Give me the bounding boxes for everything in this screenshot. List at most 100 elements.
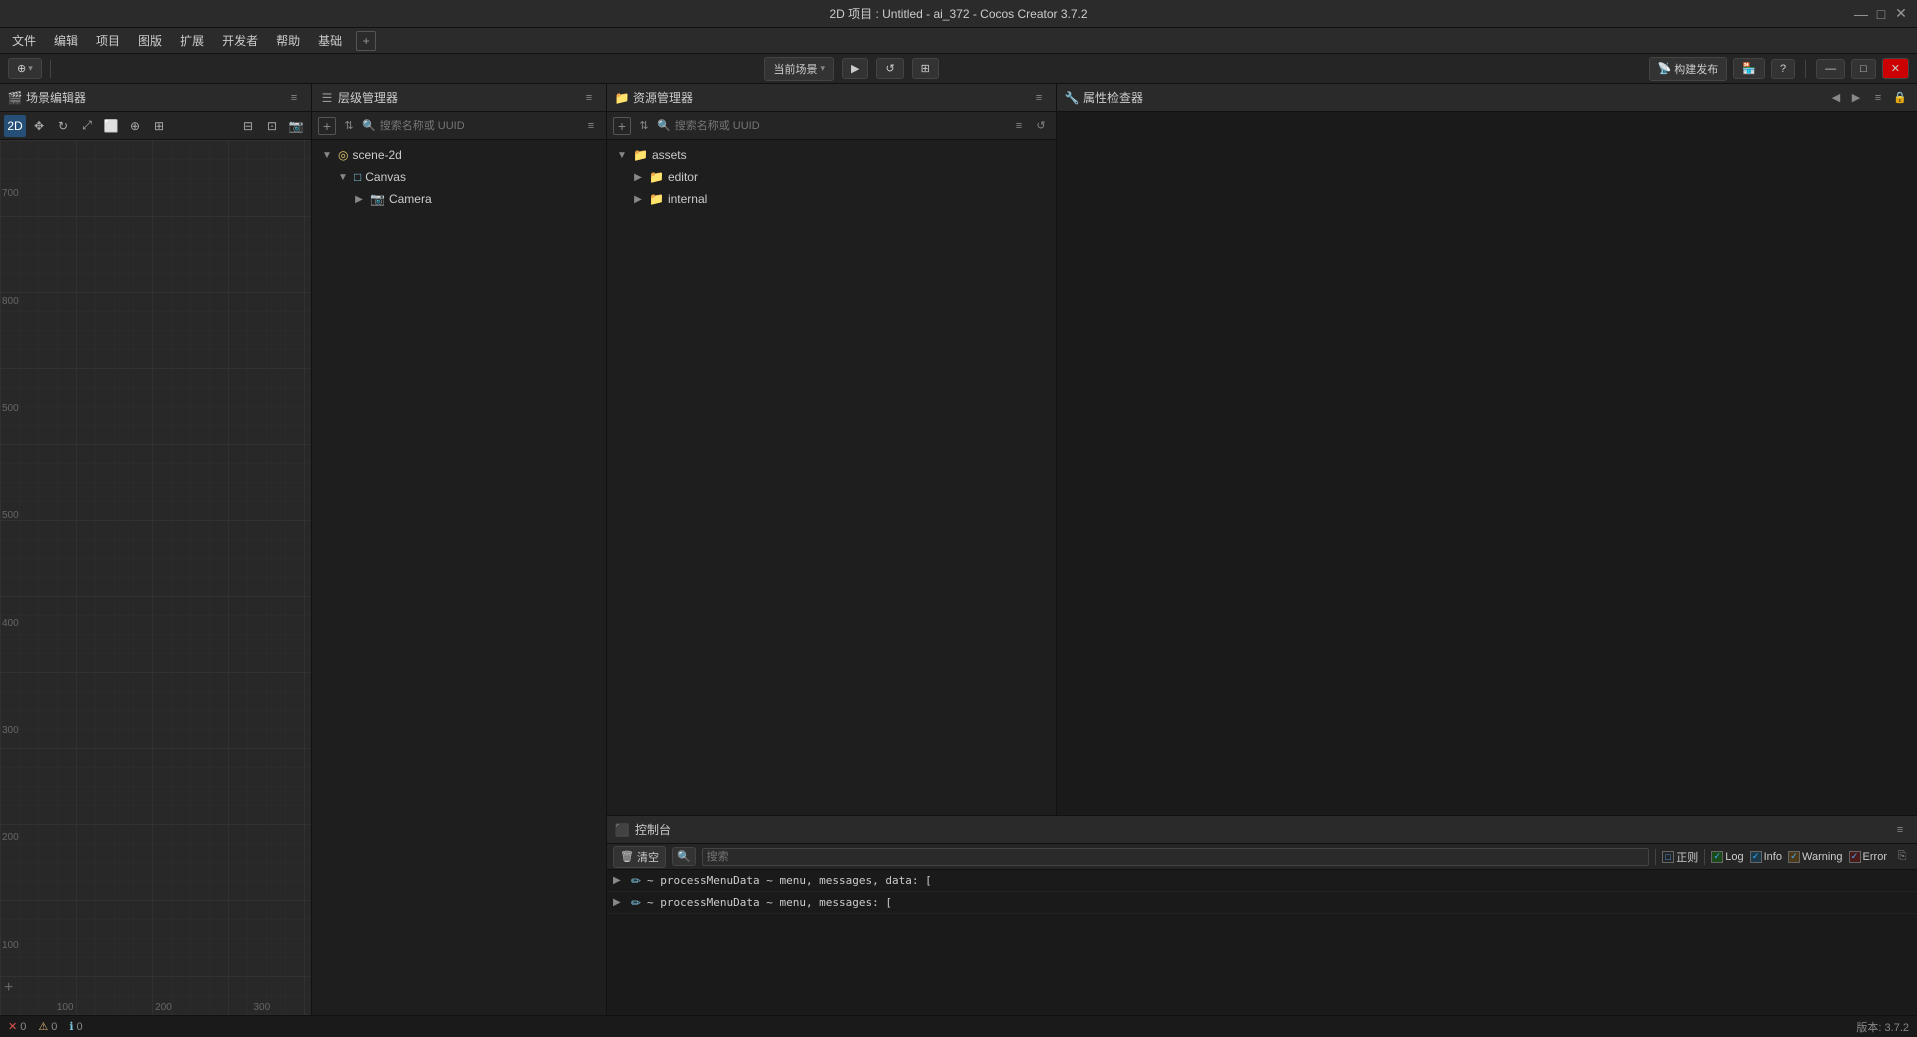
asset-icon: 📁 bbox=[615, 91, 629, 105]
row2-expand-arrow[interactable]: ▶ bbox=[613, 897, 625, 908]
menu-basic[interactable]: 基础 bbox=[310, 29, 350, 52]
hierarchy-search-input[interactable] bbox=[380, 120, 578, 132]
filter-info[interactable]: ✓ Info bbox=[1750, 851, 1782, 863]
properties-back[interactable]: ◀ bbox=[1827, 89, 1845, 107]
tree-item-internal[interactable]: ▶ 📁 internal bbox=[607, 188, 1056, 210]
properties-header: 🔧 属性检查器 ◀ ▶ ≡ 🔒 bbox=[1057, 84, 1917, 112]
store-button[interactable]: 🏪 bbox=[1733, 58, 1765, 79]
toggle-grid[interactable]: ⊟ bbox=[237, 115, 259, 137]
editor-label: editor bbox=[668, 170, 698, 184]
menu-developer[interactable]: 开发者 bbox=[214, 29, 266, 52]
current-scene-dropdown[interactable]: 当前场景 ▾ bbox=[764, 57, 834, 81]
warning-status-icon: ⚠ bbox=[38, 1020, 48, 1033]
minimize-button[interactable]: — bbox=[1853, 6, 1869, 22]
menu-project[interactable]: 项目 bbox=[88, 29, 128, 52]
properties-forward[interactable]: ▶ bbox=[1847, 89, 1865, 107]
close-window-btn[interactable]: ✕ bbox=[1882, 58, 1909, 79]
rect-tool[interactable]: ⬜ bbox=[100, 115, 122, 137]
clear-console-button[interactable]: 🗑 清空 bbox=[613, 846, 666, 868]
tree-item-editor[interactable]: ▶ 📁 editor bbox=[607, 166, 1056, 188]
filter-warning[interactable]: ✓ Warning bbox=[1788, 851, 1843, 863]
asset-add-button[interactable]: + bbox=[613, 117, 631, 135]
asset-list-view[interactable]: ≡ bbox=[1010, 117, 1028, 135]
info-checkbox[interactable]: ✓ bbox=[1750, 851, 1762, 863]
filter-normal[interactable]: □ 正则 bbox=[1662, 849, 1698, 865]
properties-lock[interactable]: 🔒 bbox=[1891, 89, 1909, 107]
version-label: 版本: 3.7.2 bbox=[1856, 1019, 1909, 1035]
console-panel-menu[interactable]: ≡ bbox=[1891, 821, 1909, 839]
tree-item-scene2d[interactable]: ▼ ◎ scene-2d bbox=[312, 144, 606, 166]
menu-file[interactable]: 文件 bbox=[4, 29, 44, 52]
menu-edit[interactable]: 编辑 bbox=[46, 29, 86, 52]
editor-expand-arrow[interactable]: ▶ bbox=[631, 170, 645, 184]
canvas-expand-arrow[interactable]: ▼ bbox=[336, 170, 350, 184]
menu-help[interactable]: 帮助 bbox=[268, 29, 308, 52]
add-panel-button[interactable]: + bbox=[356, 31, 376, 51]
move-tool[interactable]: ✥ bbox=[28, 115, 50, 137]
refresh-button[interactable]: ↺ bbox=[876, 58, 903, 79]
internal-expand-arrow[interactable]: ▶ bbox=[631, 192, 645, 206]
tree-item-assets[interactable]: ▼ 📁 assets bbox=[607, 144, 1056, 166]
filter-error[interactable]: ✓ Error bbox=[1849, 851, 1887, 863]
scale-tool[interactable]: ⤢ bbox=[76, 115, 98, 137]
grid-button[interactable]: ⊞ bbox=[912, 58, 939, 79]
scene-canvas[interactable]: 700 800 500 500 400 300 200 100 100 200 … bbox=[0, 140, 311, 1015]
play-button[interactable]: ▶ bbox=[842, 58, 868, 79]
tree-item-canvas[interactable]: ▼ □ Canvas bbox=[312, 166, 606, 188]
build-publish-button[interactable]: 📡 构建发布 bbox=[1649, 57, 1728, 81]
warning-checkbox[interactable]: ✓ bbox=[1788, 851, 1800, 863]
menu-extension[interactable]: 扩展 bbox=[172, 29, 212, 52]
filter-log[interactable]: ✓ Log bbox=[1711, 851, 1743, 863]
console-filter-icon[interactable]: 🔍 bbox=[672, 847, 696, 866]
console-row-2[interactable]: ▶ ✏ ~ processMenuData ~ menu, messages: … bbox=[607, 892, 1917, 914]
log-checkbox[interactable]: ✓ bbox=[1711, 851, 1723, 863]
console-search-input[interactable] bbox=[702, 848, 1650, 866]
canvas-label: Canvas bbox=[365, 170, 406, 184]
hierarchy-add-button[interactable]: + bbox=[318, 117, 336, 135]
build-icon: 📡 bbox=[1658, 62, 1672, 75]
screenshot-tool[interactable]: 📷 bbox=[285, 115, 307, 137]
hierarchy-filter-button[interactable]: ≡ bbox=[582, 117, 600, 135]
camera-fit[interactable]: ⊡ bbox=[261, 115, 283, 137]
grid-svg bbox=[0, 140, 311, 1015]
hierarchy-panel-menu[interactable]: ≡ bbox=[580, 89, 598, 107]
asset-search-input[interactable] bbox=[675, 120, 1006, 132]
error-checkbox[interactable]: ✓ bbox=[1849, 851, 1861, 863]
assets-expand-arrow[interactable]: ▼ bbox=[615, 148, 629, 162]
close-button[interactable]: ✕ bbox=[1893, 6, 1909, 22]
rotate-tool[interactable]: ↻ bbox=[52, 115, 74, 137]
add-node-bottom[interactable]: + bbox=[4, 979, 13, 997]
properties-panel: 🔧 属性检查器 ◀ ▶ ≡ 🔒 bbox=[1057, 84, 1917, 815]
scene-panel-menu[interactable]: ≡ bbox=[285, 89, 303, 107]
row1-expand-arrow[interactable]: ▶ bbox=[613, 875, 625, 886]
properties-panel-menu[interactable]: ≡ bbox=[1869, 89, 1887, 107]
properties-body bbox=[1057, 112, 1917, 815]
asset-refresh[interactable]: ↺ bbox=[1032, 117, 1050, 135]
hierarchy-sort-button[interactable]: ⇅ bbox=[340, 117, 358, 135]
maximize-button[interactable]: □ bbox=[1873, 6, 1889, 22]
status-bar: ✕ 0 ⚠ 0 ℹ 0 版本: 3.7.2 bbox=[0, 1015, 1917, 1037]
asset-search-icon: 🔍 bbox=[657, 119, 671, 132]
minimize-window-btn[interactable]: — bbox=[1816, 59, 1845, 79]
anchor-tool[interactable]: ⊕ bbox=[124, 115, 146, 137]
transform-tool-group[interactable]: ⊕ ▾ bbox=[8, 58, 42, 79]
2d-label: 2D bbox=[7, 119, 22, 133]
toolbar-sep-1 bbox=[50, 60, 51, 78]
camera-expand-arrow[interactable]: ▶ bbox=[352, 192, 366, 206]
grid-icon: ⊞ bbox=[921, 62, 930, 75]
console-copy-button[interactable]: ⎘ bbox=[1893, 848, 1911, 866]
menu-panel[interactable]: 图版 bbox=[130, 29, 170, 52]
tree-item-camera[interactable]: ▶ 📷 Camera bbox=[312, 188, 606, 210]
row2-type-icon: ✏ bbox=[629, 896, 643, 910]
maximize-window-btn[interactable]: □ bbox=[1851, 59, 1876, 79]
asset-panel-menu[interactable]: ≡ bbox=[1030, 89, 1048, 107]
hierarchy-search-bar: + ⇅ 🔍 ≡ bbox=[312, 112, 606, 140]
asset-sort-button[interactable]: ⇅ bbox=[635, 117, 653, 135]
console-row-1[interactable]: ▶ ✏ ~ processMenuData ~ menu, messages, … bbox=[607, 870, 1917, 892]
snap-tool[interactable]: ⊞ bbox=[148, 115, 170, 137]
scene2d-expand-arrow[interactable]: ▼ bbox=[320, 148, 334, 162]
normal-checkbox[interactable]: □ bbox=[1662, 851, 1674, 863]
right-top: 📁 资源管理器 ≡ + ⇅ 🔍 ≡ ↺ ▼ bbox=[607, 84, 1917, 815]
mode-2d-button[interactable]: 2D bbox=[4, 115, 26, 137]
help-button[interactable]: ? bbox=[1771, 59, 1795, 79]
